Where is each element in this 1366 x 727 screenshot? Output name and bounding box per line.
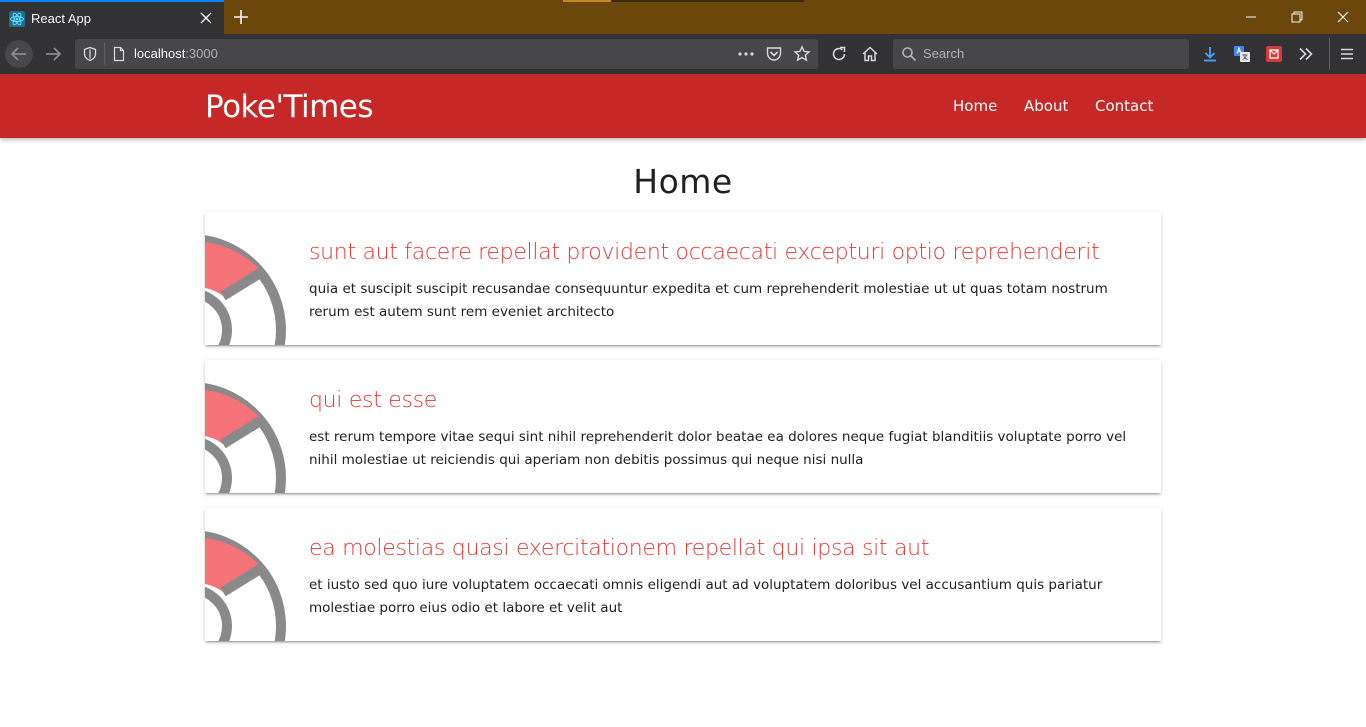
post-body: et iusto sed quo iure voluptatem occaeca…	[309, 577, 1103, 616]
pokeball-image	[205, 235, 286, 345]
page-icon	[113, 46, 125, 62]
app-navbar: Poke'Times Home About Contact	[0, 74, 1366, 138]
translate-icon[interactable]	[1233, 45, 1251, 63]
extension-icon[interactable]	[1265, 45, 1283, 63]
url-bar-separator	[104, 43, 105, 65]
post-body: quia et suscipit suscipit recusandae con…	[309, 281, 1108, 320]
browser-tab[interactable]: React App	[0, 0, 224, 34]
home-icon[interactable]	[861, 45, 879, 63]
url-host: localhost	[134, 46, 186, 61]
new-tab-icon[interactable]	[231, 7, 251, 27]
close-tab-icon[interactable]	[198, 10, 214, 26]
shield-icon[interactable]	[82, 46, 98, 62]
tab-strip-indicator	[563, 0, 611, 2]
close-window-icon[interactable]	[1334, 8, 1352, 26]
pokeball-image	[205, 531, 286, 641]
tab-strip-indicator-dark	[611, 0, 804, 2]
post-title[interactable]: qui est esse	[309, 388, 1149, 413]
back-button[interactable]	[5, 40, 33, 68]
post-card[interactable]: ea molestias quasi exercitationem repell…	[205, 508, 1161, 641]
nav-link-home[interactable]: Home	[953, 97, 997, 115]
page-title: Home	[633, 162, 733, 201]
url-text[interactable]: localhost:3000	[134, 46, 218, 61]
nav-link-contact[interactable]: Contact	[1095, 97, 1153, 115]
post-title[interactable]: sunt aut facere repellat provident occae…	[309, 240, 1149, 265]
restore-icon[interactable]	[1288, 8, 1306, 26]
tab-title: React App	[31, 11, 91, 26]
download-icon[interactable]	[1201, 45, 1219, 63]
search-icon	[902, 47, 917, 62]
browser-tab-strip: React App	[0, 0, 1366, 34]
brand-logo[interactable]: Poke'Times	[205, 89, 374, 125]
pocket-icon[interactable]	[765, 45, 783, 63]
post-body: est rerum tempore vitae sequi sint nihil…	[309, 429, 1127, 468]
post-card[interactable]: sunt aut facere repellat provident occae…	[205, 212, 1161, 345]
url-bar[interactable]: localhost:3000	[75, 39, 818, 69]
forward-button[interactable]	[39, 40, 67, 68]
overflow-chevron-icon[interactable]	[1297, 45, 1315, 63]
forward-arrow-icon	[46, 47, 62, 61]
bookmark-star-icon[interactable]	[793, 45, 811, 63]
url-port: :3000	[185, 46, 218, 61]
reload-icon[interactable]	[830, 45, 848, 63]
react-favicon-icon	[9, 11, 25, 27]
post-card[interactable]: qui est esse est rerum tempore vitae seq…	[205, 360, 1161, 493]
back-arrow-icon	[10, 47, 26, 61]
post-title[interactable]: ea molestias quasi exercitationem repell…	[309, 536, 1149, 561]
minimize-icon[interactable]	[1242, 8, 1260, 26]
more-actions-icon[interactable]	[737, 46, 755, 62]
hamburger-menu-icon[interactable]	[1338, 45, 1356, 63]
search-input[interactable]: Search	[923, 46, 964, 61]
nav-link-about[interactable]: About	[1024, 97, 1068, 115]
browser-toolbar: localhost:3000 Search	[0, 34, 1366, 74]
search-bar[interactable]: Search	[893, 39, 1189, 69]
toolbar-separator	[1329, 38, 1330, 70]
pokeball-image	[205, 383, 286, 493]
